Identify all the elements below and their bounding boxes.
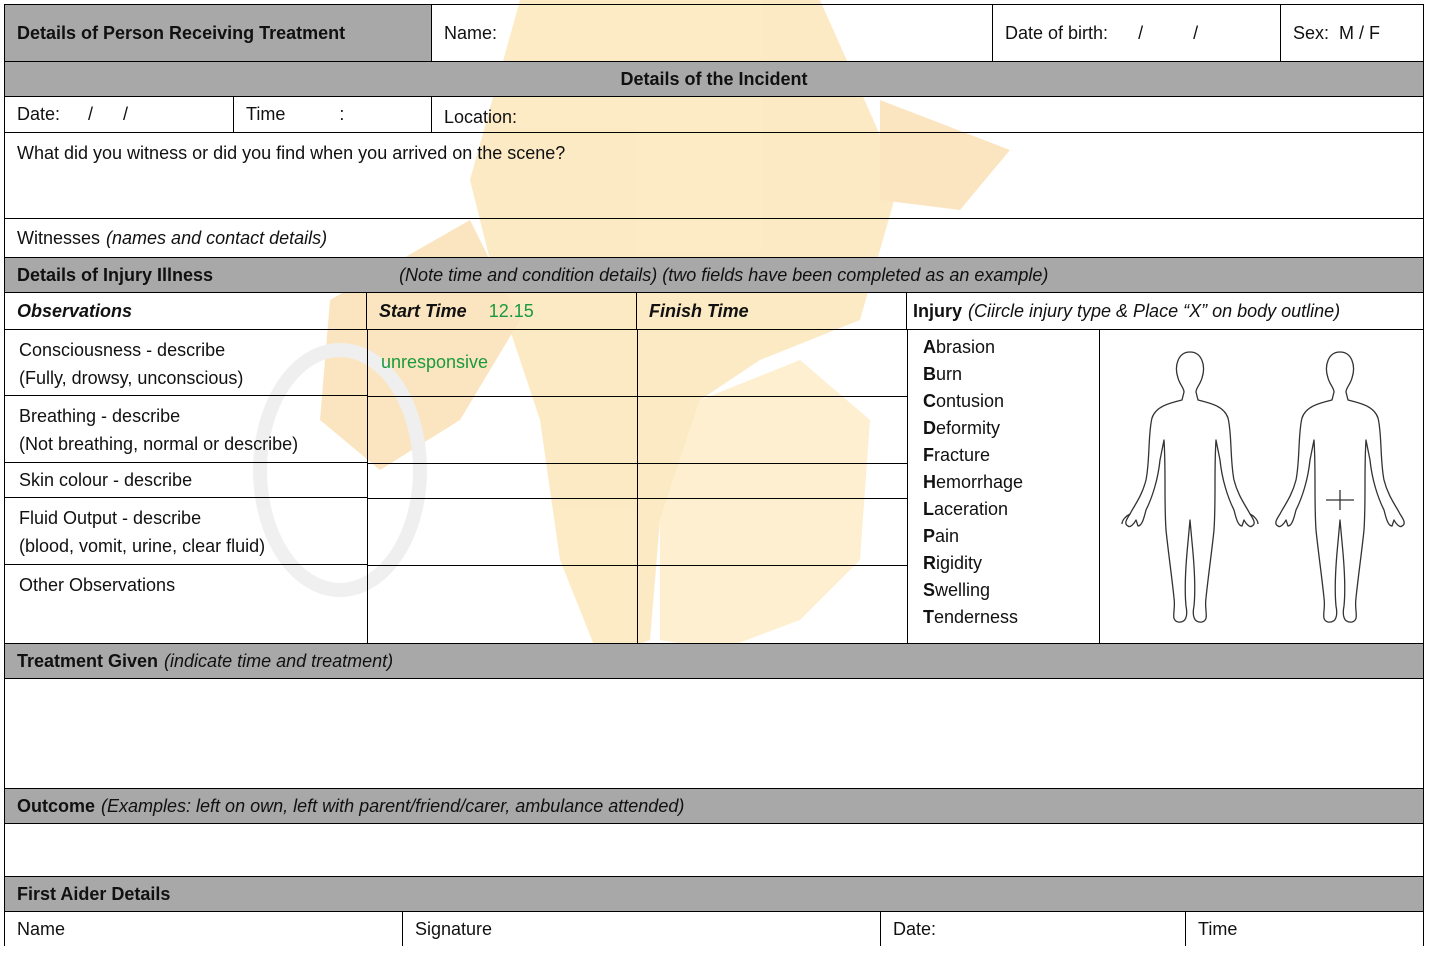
incident-header-row: Details of the Incident <box>4 62 1424 97</box>
injury-type-item[interactable]: Abrasion <box>923 334 1099 361</box>
incident-date-label: Date: <box>17 104 61 124</box>
first-aider-row: Name Signature Date: Time <box>4 912 1424 946</box>
finish-time-cell[interactable] <box>637 330 907 396</box>
incident-time-label: Time <box>246 104 286 124</box>
start-time-cell[interactable]: unresponsive <box>367 330 637 396</box>
finish-time-cell[interactable] <box>637 463 907 498</box>
col-injury: Injury <box>913 300 963 321</box>
first-aider-signature-field[interactable]: Signature <box>403 912 881 946</box>
person-sex-label: Sex: M / F <box>1293 22 1381 43</box>
injury-type-item[interactable]: Contusion <box>923 388 1099 415</box>
outcome-field[interactable] <box>4 824 1424 877</box>
first-aider-header-row: First Aider Details <box>4 877 1424 912</box>
incident-date-field[interactable]: Date: / / <box>5 97 234 132</box>
finish-time-cell[interactable] <box>637 565 907 643</box>
witness-question: What did you witness or did you find whe… <box>17 143 566 163</box>
person-dob-label: Date of birth: <box>1005 22 1109 43</box>
first-aider-date-label: Date: <box>893 918 937 939</box>
person-name-label: Name: <box>444 22 498 43</box>
incident-report-form: Details of Person Receiving Treatment Na… <box>4 4 1424 946</box>
injury-type-item[interactable]: Pain <box>923 523 1099 550</box>
injury-type-item[interactable]: Laceration <box>923 496 1099 523</box>
person-dob-slashes: / / <box>1138 22 1199 43</box>
start-time-cell[interactable] <box>367 498 637 565</box>
incident-location-label: Location: <box>444 107 518 127</box>
finish-time-cell[interactable] <box>637 498 907 565</box>
injury-type-item[interactable]: Rigidity <box>923 550 1099 577</box>
injury-type-item[interactable]: Hemorrhage <box>923 469 1099 496</box>
start-time-example: 12.15 <box>488 300 534 321</box>
obs-fluid-output: Fluid Output - describe (blood, vomit, u… <box>5 498 367 565</box>
first-aider-signature-label: Signature <box>415 918 493 939</box>
observations-header-row: Observations Start Time 12.15 Finish Tim… <box>4 293 1424 330</box>
start-time-cell[interactable] <box>367 565 637 643</box>
finish-time-cell[interactable] <box>637 396 907 463</box>
injury-header-row: Details of Injury Illness (Note time and… <box>4 258 1424 293</box>
injury-type-item[interactable]: Tenderness <box>923 604 1099 631</box>
obs-other: Other Observations <box>19 575 176 595</box>
obs-consciousness: Consciousness - describe (Fully, drowsy,… <box>5 330 367 396</box>
first-aider-time-field[interactable]: Time <box>1186 912 1423 946</box>
injury-type-item[interactable]: Swelling <box>923 577 1099 604</box>
outcome-hint: (Examples: left on own, left with parent… <box>101 795 685 816</box>
outcome-label: Outcome <box>17 795 96 816</box>
obs-skin-colour: Skin colour - describe <box>5 463 367 498</box>
body-outline-diagram[interactable] <box>1100 330 1425 644</box>
witnesses-hint: (names and contact details) <box>106 227 328 248</box>
person-sex-field[interactable]: Sex: M / F <box>1281 5 1425 61</box>
witnesses-row[interactable]: Witnesses (names and contact details) <box>4 219 1424 258</box>
incident-date-row: Date: / / Time : Location: <box>4 97 1424 133</box>
first-aider-header: First Aider Details <box>17 883 171 904</box>
injury-type-list: Abrasion Burn Contusion Deformity Fractu… <box>909 334 1099 631</box>
treatment-label: Treatment Given <box>17 650 159 671</box>
start-time-cell[interactable] <box>367 396 637 463</box>
incident-time-field[interactable]: Time : <box>234 97 432 132</box>
incident-header: Details of the Incident <box>620 68 808 89</box>
witnesses-label: Witnesses <box>17 227 101 248</box>
start-time-cell[interactable] <box>367 463 637 498</box>
injury-type-item[interactable]: Fracture <box>923 442 1099 469</box>
person-dob-field[interactable]: Date of birth: / / <box>993 5 1281 61</box>
injury-type-item[interactable]: Deformity <box>923 415 1099 442</box>
start-time-consciousness: unresponsive <box>381 352 489 372</box>
treatment-field[interactable] <box>4 679 1424 789</box>
injury-header-note: (Note time and condition details) (two f… <box>399 264 1049 285</box>
incident-date-slashes: / / <box>88 104 129 124</box>
person-section-label: Details of Person Receiving Treatment <box>5 5 432 61</box>
first-aider-date-field[interactable]: Date: <box>881 912 1186 946</box>
treatment-hint: (indicate time and treatment) <box>164 650 394 671</box>
col-observations: Observations <box>5 293 367 329</box>
col-finish-time: Finish Time <box>637 293 907 329</box>
first-aider-name-label: Name <box>17 918 66 939</box>
outcome-header-row: Outcome (Examples: left on own, left wit… <box>4 789 1424 824</box>
person-details-row: Details of Person Receiving Treatment Na… <box>4 4 1424 62</box>
incident-location-field[interactable]: Location: <box>432 97 1423 132</box>
col-injury-hint: (Ciircle injury type & Place “X” on body… <box>968 300 1341 321</box>
col-start-time: Start Time <box>379 300 467 321</box>
injury-type-item[interactable]: Burn <box>923 361 1099 388</box>
witness-question-row[interactable]: What did you witness or did you find whe… <box>4 133 1424 219</box>
observations-grid: Consciousness - describe (Fully, drowsy,… <box>4 330 1424 644</box>
first-aider-time-label: Time <box>1198 918 1238 939</box>
incident-time-colon: : <box>339 104 345 124</box>
person-name-field[interactable]: Name: <box>432 5 993 61</box>
first-aider-name-field[interactable]: Name <box>5 912 403 946</box>
treatment-header-row: Treatment Given (indicate time and treat… <box>4 644 1424 679</box>
obs-breathing: Breathing - describe (Not breathing, nor… <box>5 396 367 463</box>
injury-header: Details of Injury Illness <box>17 264 214 285</box>
